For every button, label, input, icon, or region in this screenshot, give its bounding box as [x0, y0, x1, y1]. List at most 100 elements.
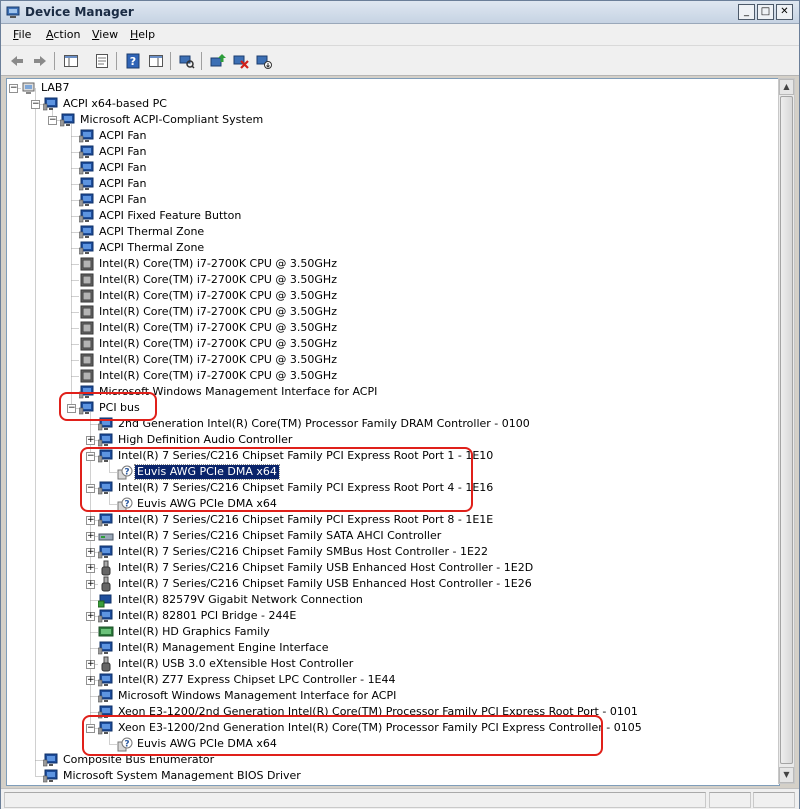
collapse-icon[interactable]: −	[48, 116, 57, 125]
tree-node[interactable]: LAB7	[21, 80, 71, 96]
tree-node[interactable]: Intel(R) 7 Series/C216 Chipset Family US…	[98, 560, 535, 576]
tree-node[interactable]: ACPI Fixed Feature Button	[78, 208, 243, 224]
tree-node[interactable]: Intel(R) Management Engine Interface	[97, 640, 330, 656]
usb-icon	[98, 576, 114, 592]
expand-icon[interactable]: +	[86, 676, 95, 685]
tree-node[interactable]: Microsoft Windows Management Interface f…	[97, 688, 398, 704]
status-bar	[1, 788, 799, 809]
expand-icon[interactable]: +	[86, 548, 95, 557]
tree-node[interactable]: Intel(R) Core(TM) i7-2700K CPU @ 3.50GHz	[79, 256, 339, 272]
tree-node-label: Intel(R) Management Engine Interface	[118, 641, 329, 654]
tree-node-label: High Definition Audio Controller	[118, 433, 293, 446]
scroll-down-arrow-icon[interactable]: ▼	[779, 767, 794, 783]
tree-node[interactable]: ? Euvis AWG PCIe DMA x64	[117, 736, 279, 752]
collapse-icon[interactable]: −	[86, 484, 95, 493]
tree-node[interactable]: Intel(R) Core(TM) i7-2700K CPU @ 3.50GHz	[79, 320, 339, 336]
monitor-icon	[97, 640, 114, 656]
tree-node[interactable]: High Definition Audio Controller	[97, 432, 294, 448]
expand-icon[interactable]: +	[86, 612, 95, 621]
menu-action[interactable]: Action	[46, 28, 80, 41]
tree-node[interactable]: ? Euvis AWG PCIe DMA x64	[117, 496, 279, 512]
device-tree[interactable]: LAB7− ACPI x64-based PC − Microsoft ACPI-Co…	[6, 78, 780, 786]
collapse-icon[interactable]: −	[31, 100, 40, 109]
tree-node[interactable]: PCI bus	[78, 400, 142, 416]
tree-node[interactable]: ACPI Fan	[78, 176, 148, 192]
tree-node[interactable]: ACPI Fan	[78, 160, 148, 176]
properties-button[interactable]	[93, 52, 111, 70]
tree-node-label: ACPI Thermal Zone	[99, 225, 205, 238]
tree-node-label: Microsoft Windows Management Interface f…	[99, 385, 378, 398]
tree-node-label: LAB7	[41, 81, 70, 94]
tree-node[interactable]: Intel(R) 82801 PCI Bridge - 244E	[97, 608, 298, 624]
tree-node[interactable]: Microsoft Windows Management Interface f…	[78, 384, 379, 400]
monitor-icon	[78, 128, 95, 144]
monitor-icon	[97, 448, 114, 464]
expand-icon[interactable]: +	[86, 436, 95, 445]
collapse-icon[interactable]: −	[67, 404, 76, 413]
disable-device-button[interactable]	[255, 52, 273, 70]
tree-node[interactable]: Intel(R) USB 3.0 eXtensible Host Control…	[98, 656, 355, 672]
collapse-icon[interactable]: −	[9, 84, 18, 93]
minimize-button[interactable]: _	[738, 4, 755, 20]
tree-node[interactable]: Intel(R) 7 Series/C216 Chipset Family PC…	[97, 512, 495, 528]
monitor-icon	[97, 416, 114, 432]
expand-icon[interactable]: +	[86, 564, 95, 573]
tree-node[interactable]: Microsoft System Management BIOS Driver	[42, 768, 303, 784]
tree-node[interactable]: Intel(R) 7 Series/C216 Chipset Family PC…	[97, 480, 495, 496]
tree-node[interactable]: Microsoft ACPI-Compliant System	[59, 112, 265, 128]
tree-node[interactable]: ACPI Fan	[78, 144, 148, 160]
tree-node[interactable]: ACPI Fan	[78, 128, 148, 144]
uninstall-button[interactable]	[232, 52, 250, 70]
tree-node[interactable]: Xeon E3-1200/2nd Generation Intel(R) Cor…	[97, 720, 644, 736]
tree-node[interactable]: ACPI Fan	[78, 192, 148, 208]
expand-icon[interactable]: +	[86, 660, 95, 669]
close-button[interactable]: ✕	[776, 4, 793, 20]
tree-node-label: 2nd Generation Intel(R) Core(TM) Process…	[118, 417, 530, 430]
menu-help[interactable]: Help	[130, 28, 155, 41]
tree-node[interactable]: ACPI x64-based PC	[42, 96, 169, 112]
tree-node[interactable]: Intel(R) 7 Series/C216 Chipset Family SM…	[97, 544, 490, 560]
tree-node[interactable]: Intel(R) 82579V Gigabit Network Connecti…	[97, 592, 365, 608]
title-bar[interactable]: Device Manager _ □ ✕	[1, 1, 799, 24]
tree-node[interactable]: Intel(R) Core(TM) i7-2700K CPU @ 3.50GHz	[79, 288, 339, 304]
scan-hardware-changes-button[interactable]	[178, 52, 196, 70]
scrollbar-thumb[interactable]	[780, 96, 793, 764]
maximize-button[interactable]: □	[757, 4, 774, 20]
monitor-icon	[97, 720, 114, 736]
menu-file[interactable]: File	[13, 28, 31, 41]
vertical-scrollbar[interactable]: ▲ ▼	[778, 78, 795, 784]
monitor-icon	[97, 544, 114, 560]
collapse-icon[interactable]: −	[86, 452, 95, 461]
scroll-up-arrow-icon[interactable]: ▲	[779, 79, 794, 95]
show-hide-action-pane-button[interactable]	[147, 52, 165, 70]
tree-node[interactable]: Composite Bus Enumerator	[42, 752, 216, 768]
collapse-icon[interactable]: −	[86, 724, 95, 733]
menu-view[interactable]: View	[92, 28, 118, 41]
expand-icon[interactable]: +	[86, 580, 95, 589]
tree-node[interactable]: Intel(R) Core(TM) i7-2700K CPU @ 3.50GHz	[79, 352, 339, 368]
forward-button[interactable]	[31, 52, 49, 70]
tree-node[interactable]: Intel(R) Z77 Express Chipset LPC Control…	[97, 672, 398, 688]
tree-node[interactable]: Intel(R) Core(TM) i7-2700K CPU @ 3.50GHz	[79, 336, 339, 352]
tree-node[interactable]: Intel(R) Core(TM) i7-2700K CPU @ 3.50GHz	[79, 304, 339, 320]
tree-node[interactable]: ACPI Thermal Zone	[78, 240, 206, 256]
expand-icon[interactable]: +	[86, 516, 95, 525]
monitor-icon	[97, 672, 114, 688]
update-driver-icon	[210, 54, 226, 67]
tree-node[interactable]: 2nd Generation Intel(R) Core(TM) Process…	[97, 416, 532, 432]
tree-node[interactable]: Intel(R) HD Graphics Family	[98, 624, 272, 640]
tree-node[interactable]: ACPI Thermal Zone	[78, 224, 206, 240]
tree-node-label: Intel(R) Core(TM) i7-2700K CPU @ 3.50GHz	[99, 273, 337, 286]
update-driver-button[interactable]	[209, 52, 227, 70]
tree-node[interactable]: Intel(R) 7 Series/C216 Chipset Family US…	[98, 576, 534, 592]
back-button[interactable]	[8, 52, 26, 70]
tree-node[interactable]: Xeon E3-1200/2nd Generation Intel(R) Cor…	[97, 704, 640, 720]
tree-node[interactable]: Intel(R) Core(TM) i7-2700K CPU @ 3.50GHz	[79, 368, 339, 384]
tree-node[interactable]: ? Euvis AWG PCIe DMA x64	[117, 464, 280, 480]
expand-icon[interactable]: +	[86, 532, 95, 541]
show-hide-console-tree-button[interactable]	[62, 52, 80, 70]
help-button[interactable]: ?	[124, 52, 142, 70]
tree-node[interactable]: Intel(R) 7 Series/C216 Chipset Family PC…	[97, 448, 495, 464]
tree-node[interactable]: Intel(R) Core(TM) i7-2700K CPU @ 3.50GHz	[79, 272, 339, 288]
tree-node[interactable]: Intel(R) 7 Series/C216 Chipset Family SA…	[98, 528, 443, 544]
